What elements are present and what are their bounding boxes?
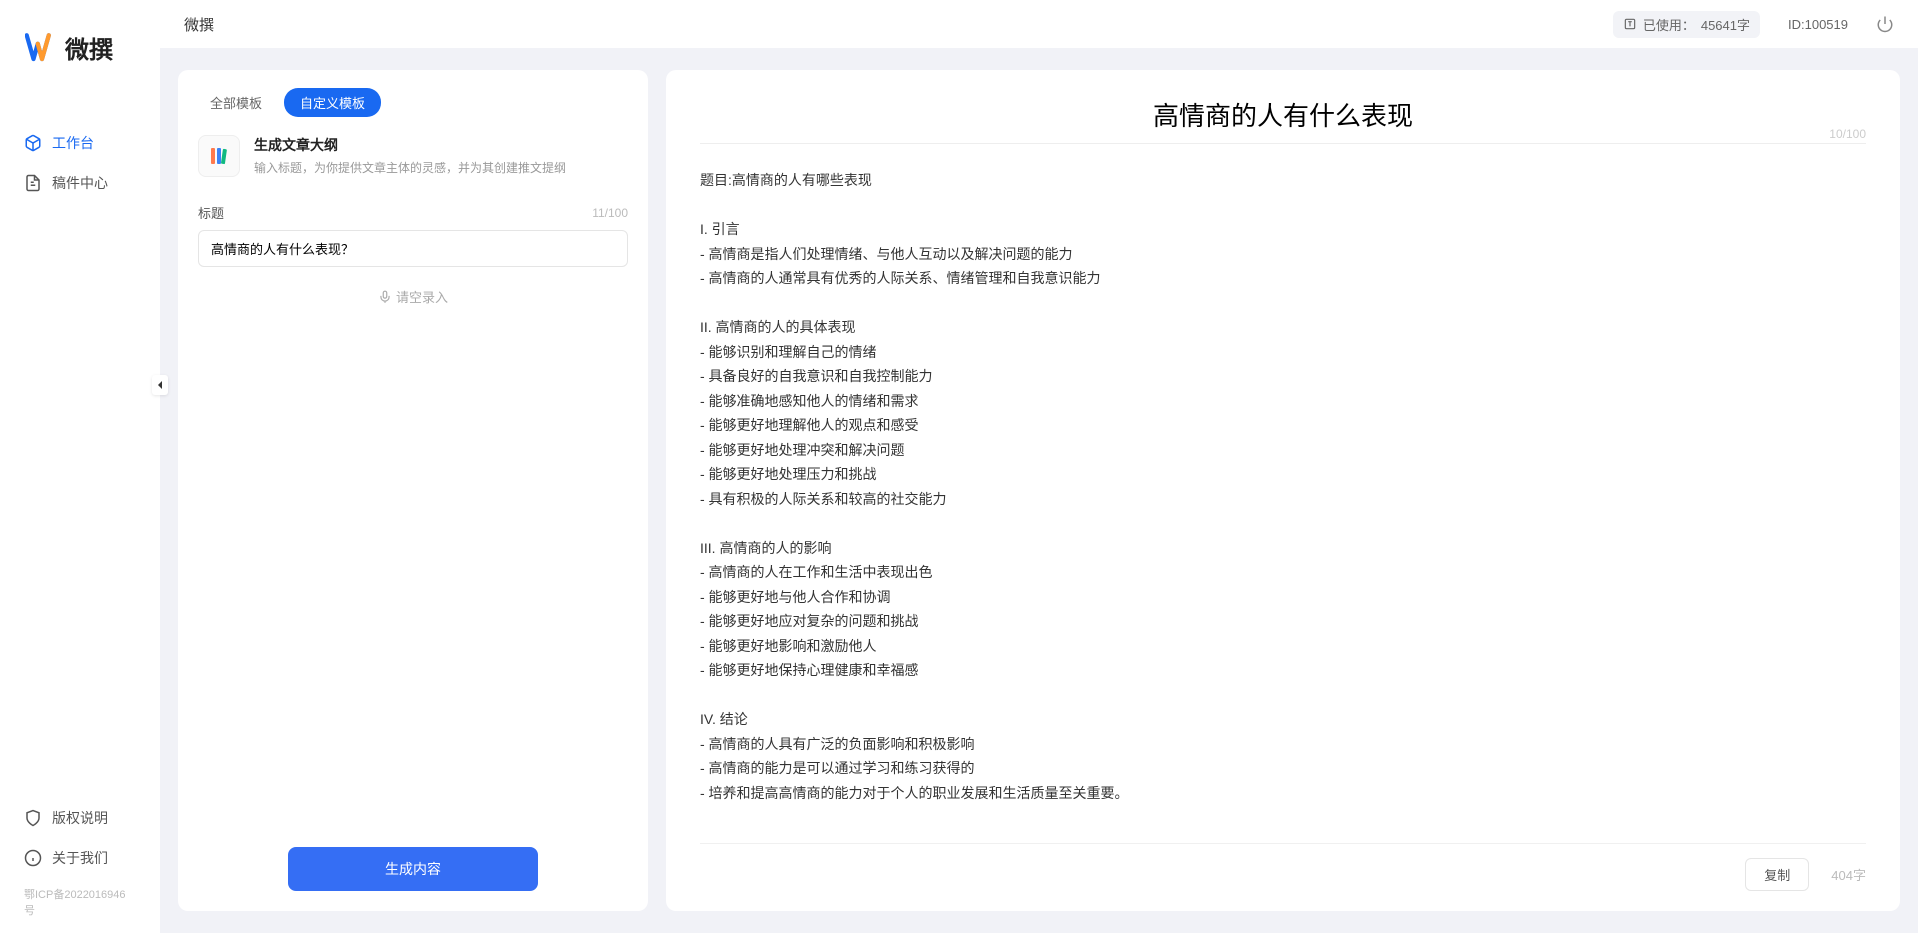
power-icon[interactable] <box>1876 15 1894 33</box>
sidebar-item-label: 关于我们 <box>52 848 108 868</box>
books-icon <box>207 144 231 168</box>
input-panel: 全部模板 自定义模板 生成文章大纲 输入标题，为你提供文章主体的灵感，并为其创建… <box>178 70 648 911</box>
output-title: 高情商的人有什么表现 10/100 <box>700 96 1866 133</box>
copy-button[interactable]: 复制 <box>1745 858 1809 891</box>
microphone-icon <box>378 290 392 304</box>
text-icon <box>1623 17 1637 31</box>
voice-input-link[interactable]: 请空录入 <box>198 287 628 306</box>
output-title-counter: 10/100 <box>1829 127 1866 141</box>
document-icon <box>24 174 42 192</box>
template-title: 生成文章大纲 <box>254 135 628 155</box>
output-body[interactable]: 题目:高情商的人有哪些表现 I. 引言 - 高情商是指人们处理情绪、与他人互动以… <box>700 168 1866 831</box>
generate-button[interactable]: 生成内容 <box>288 847 538 891</box>
output-title-text: 高情商的人有什么表现 <box>1153 102 1413 131</box>
divider <box>700 143 1866 144</box>
app-logo: 微撰 <box>0 30 160 65</box>
tab-all-templates[interactable]: 全部模板 <box>194 88 278 117</box>
word-count: 404字 <box>1831 865 1866 884</box>
title-input[interactable] <box>198 230 628 267</box>
sidebar: 微撰 工作台 稿件中心 版权说明 关于我们 鄂ICP备202 <box>0 0 160 933</box>
sidebar-nav: 工作台 稿件中心 <box>0 125 160 201</box>
title-field-counter: 11/100 <box>592 206 628 220</box>
usage-value: 45641字 <box>1701 15 1750 34</box>
usage-badge[interactable]: 已使用： 45641字 <box>1613 11 1760 38</box>
chevron-left-icon <box>155 380 165 390</box>
sidebar-item-workbench[interactable]: 工作台 <box>12 125 148 161</box>
page-title: 微撰 <box>184 14 214 35</box>
shield-icon <box>24 809 42 827</box>
info-icon <box>24 849 42 867</box>
sidebar-item-drafts[interactable]: 稿件中心 <box>12 165 148 201</box>
sidebar-item-label: 稿件中心 <box>52 173 108 193</box>
template-card: 生成文章大纲 输入标题，为你提供文章主体的灵感，并为其创建推文提纲 <box>178 135 648 177</box>
logo-icon <box>25 33 59 63</box>
logo-text: 微撰 <box>65 30 113 65</box>
icp-text: 鄂ICP备2022016946号 <box>12 880 148 918</box>
sidebar-item-about[interactable]: 关于我们 <box>12 840 148 876</box>
sidebar-footer: 版权说明 关于我们 鄂ICP备2022016946号 <box>0 800 160 918</box>
cube-icon <box>24 134 42 152</box>
template-desc: 输入标题，为你提供文章主体的灵感，并为其创建推文提纲 <box>254 159 628 176</box>
header: 微撰 已使用： 45641字 ID:100519 <box>160 0 1918 48</box>
sidebar-item-copyright[interactable]: 版权说明 <box>12 800 148 836</box>
user-id: ID:100519 <box>1788 17 1848 32</box>
tab-custom-templates[interactable]: 自定义模板 <box>284 88 381 117</box>
title-field-label: 标题 <box>198 203 224 222</box>
usage-prefix: 已使用： <box>1643 15 1695 34</box>
output-footer: 复制 404字 <box>700 843 1866 891</box>
voice-input-label: 请空录入 <box>396 287 448 306</box>
template-tabs: 全部模板 自定义模板 <box>178 88 648 117</box>
sidebar-item-label: 工作台 <box>52 133 94 153</box>
template-icon <box>198 135 240 177</box>
sidebar-collapse-handle[interactable] <box>152 375 168 395</box>
output-panel: 高情商的人有什么表现 10/100 题目:高情商的人有哪些表现 I. 引言 - … <box>666 70 1900 911</box>
sidebar-item-label: 版权说明 <box>52 808 108 828</box>
